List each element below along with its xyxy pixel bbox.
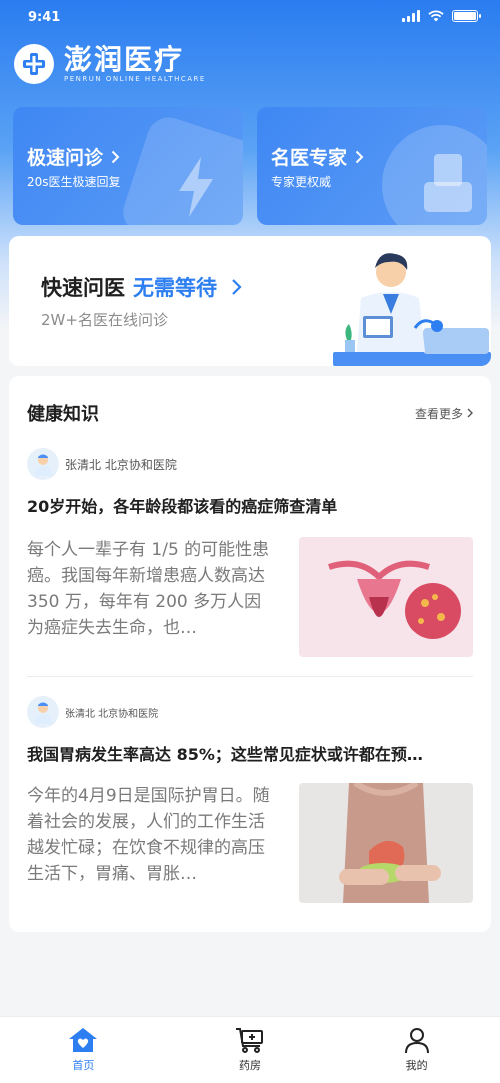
doctor-avatar [27, 448, 59, 480]
article-excerpt: 每个人一辈子有 1/5 的可能性患癌。我国每年新增患癌人数高达 350 万，每年… [27, 540, 270, 638]
brand-name: 澎润医疗 [64, 43, 185, 76]
tab-home[interactable]: 首页 [0, 1017, 167, 1083]
lightning-icon [179, 157, 213, 217]
health-knowledge-section: 健康知识 查看更多 张清北 北京协和医院 20岁开始，各年龄段都该看的癌症筛查清… [9, 376, 491, 932]
chevron-right-icon [355, 150, 364, 163]
chevron-right-icon [111, 150, 120, 163]
pharmacy-cart-icon [236, 1028, 263, 1053]
tab-profile[interactable]: 我的 [333, 1017, 500, 1083]
section-title: 健康知识 [27, 404, 99, 425]
home-icon [69, 1028, 98, 1052]
tab-pharmacy[interactable]: 药房 [167, 1017, 334, 1083]
fast-consult-title: 极速问诊 [27, 143, 120, 170]
article-author: 张清北 北京协和医院 [27, 696, 473, 728]
brand-logo: 澎润医疗 PENRUN ONLINE HEALTHCARE [14, 44, 206, 84]
article-title: 我国胃病发生率高达 85%；这些常见症状或许都在预… [27, 745, 423, 764]
see-more-link[interactable]: 查看更多 [415, 405, 473, 422]
expert-doctor-title: 名医专家 [271, 143, 364, 170]
expert-doctor-card[interactable]: 名医专家 专家更权威 [257, 107, 487, 225]
quick-consult-title: 快速问医 无需等待 [41, 272, 242, 302]
article-title: 20岁开始，各年龄段都该看的癌症筛查清单 [27, 497, 338, 516]
doctor-avatar [27, 696, 59, 728]
wifi-icon [428, 10, 444, 22]
fast-consult-subtitle: 20s医生极速回复 [27, 175, 121, 189]
article-thumbnail [299, 783, 473, 903]
brand-subtitle: PENRUN ONLINE HEALTHCARE [64, 75, 206, 83]
article-author: 张清北 北京协和医院 [27, 448, 473, 480]
cellular-signal-icon [402, 10, 420, 22]
bottom-tabbar: 首页 药房 我的 [0, 1016, 500, 1083]
chevron-right-icon [467, 408, 473, 418]
article-excerpt: 今年的4月9日是国际护胃日。随着社会的发展，人们的工作生活越发忙碌；在饮食不规律… [27, 786, 270, 884]
fast-consult-card[interactable]: 极速问诊 20s医生极速回复 [13, 107, 243, 225]
expert-doctor-subtitle: 专家更权威 [271, 175, 332, 189]
quick-consult-card[interactable]: 快速问医 无需等待 2W+名医在线问诊 [9, 236, 491, 366]
status-time: 9:41 [28, 10, 61, 25]
divider [27, 676, 473, 677]
quick-consult-accent: 无需等待 [133, 276, 217, 300]
status-bar: 9:41 [0, 0, 500, 36]
medical-cross-logo-icon [14, 44, 54, 84]
status-icons [402, 10, 481, 22]
article-item[interactable]: 张清北 北京协和医院 20岁开始，各年龄段都该看的癌症筛查清单 每个人一辈子有 … [27, 448, 473, 657]
profile-icon [404, 1028, 429, 1054]
chevron-right-icon [232, 279, 242, 295]
quick-consult-subtitle: 2W+名医在线问诊 [41, 311, 168, 329]
battery-icon [452, 10, 481, 22]
doctor-illustration [333, 253, 491, 366]
expert-icon [424, 154, 472, 212]
article-thumbnail [299, 537, 473, 657]
article-item[interactable]: 张清北 北京协和医院 我国胃病发生率高达 85%；这些常见症状或许都在预… 今年… [27, 696, 473, 903]
